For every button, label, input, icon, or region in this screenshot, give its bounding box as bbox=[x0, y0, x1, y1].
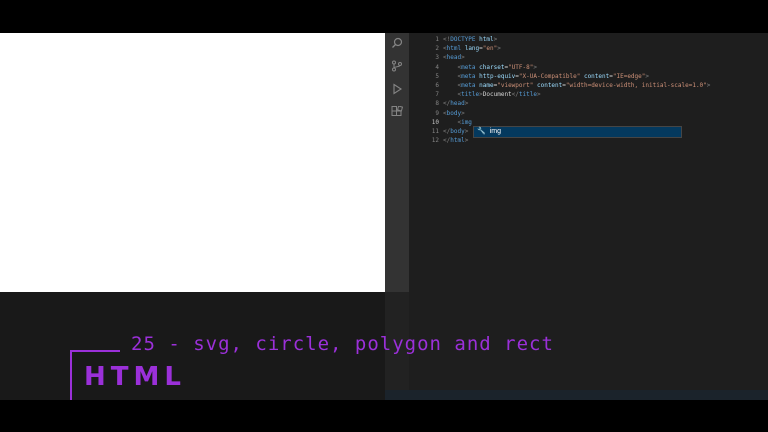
code-token: > bbox=[497, 45, 501, 53]
code-token: DOCTYPE bbox=[450, 36, 476, 43]
code-token: lang bbox=[464, 45, 480, 53]
code-line[interactable]: <meta http-equiv="X-UA-Compatible" conte… bbox=[443, 72, 763, 81]
code-token: > bbox=[464, 127, 469, 135]
code-token: img bbox=[461, 118, 472, 126]
extensions-icon[interactable] bbox=[391, 106, 403, 118]
code-line[interactable]: <meta name="viewport" content="width=dev… bbox=[443, 81, 763, 90]
code-token: > bbox=[533, 63, 537, 71]
code-token: charset bbox=[479, 63, 505, 71]
line-number: 10 bbox=[431, 118, 439, 126]
code-token: meta bbox=[461, 72, 476, 80]
code-token: name bbox=[479, 81, 494, 89]
code-token: body bbox=[446, 109, 462, 117]
top-letterbox bbox=[0, 0, 768, 33]
badge-label: HTML bbox=[84, 362, 186, 392]
code-token: > bbox=[645, 72, 650, 80]
line-number: 2 bbox=[435, 45, 439, 53]
line-number-gutter: 1 2 3 4 5 6 7 8 9 10 11 12 bbox=[409, 35, 439, 145]
code-token: body bbox=[450, 127, 465, 135]
line-number: 3 bbox=[435, 54, 439, 62]
code-line[interactable]: <body> bbox=[443, 109, 763, 118]
code-token: "viewport" bbox=[497, 81, 534, 89]
code-line[interactable]: <head> bbox=[443, 53, 763, 62]
line-number: 11 bbox=[431, 127, 439, 135]
badge-frame-top bbox=[70, 350, 120, 352]
code-token: head bbox=[446, 54, 462, 62]
badge-frame-left bbox=[70, 350, 72, 406]
autocomplete-suggestion[interactable]: 🔧 img bbox=[473, 126, 682, 138]
video-subtitle: 25 - svg, circle, polygon and rect bbox=[131, 333, 554, 355]
code-token: html bbox=[446, 45, 462, 53]
source-control-icon[interactable] bbox=[391, 60, 403, 72]
suggestion-label: img bbox=[489, 128, 501, 135]
code-line[interactable]: <meta charset="UTF-8"> bbox=[443, 63, 763, 72]
code-line[interactable]: <!DOCTYPE html> bbox=[443, 35, 763, 44]
wrench-icon: 🔧 bbox=[477, 128, 486, 135]
code-token: meta bbox=[461, 63, 476, 71]
code-token: head bbox=[450, 100, 465, 108]
code-token: > bbox=[461, 109, 465, 117]
code-token: http-equiv bbox=[479, 72, 516, 80]
code-token: title bbox=[461, 91, 480, 99]
code-token: > bbox=[464, 137, 469, 145]
code-token: "IE=edge" bbox=[612, 72, 646, 80]
bottom-letterbox bbox=[0, 400, 768, 432]
line-number: 12 bbox=[431, 137, 439, 145]
code-token: "en" bbox=[482, 45, 498, 53]
line-number: 4 bbox=[435, 63, 439, 71]
code-token: meta bbox=[461, 81, 476, 89]
code-token: > bbox=[461, 54, 465, 62]
browser-preview bbox=[0, 33, 385, 292]
line-number: 9 bbox=[435, 109, 439, 117]
code-token: content bbox=[536, 81, 563, 89]
code-token: title bbox=[518, 91, 537, 99]
code-token: html bbox=[479, 36, 494, 43]
code-token: content bbox=[583, 72, 610, 80]
code-token: Document bbox=[482, 91, 512, 99]
search-icon[interactable] bbox=[391, 37, 403, 49]
line-number: 5 bbox=[435, 72, 439, 80]
code-line[interactable]: </head> bbox=[443, 99, 763, 108]
code-token: > bbox=[536, 91, 541, 99]
line-number: 6 bbox=[435, 81, 439, 89]
code-token: "X-UA-Compatible" bbox=[518, 72, 581, 80]
code-token: html bbox=[450, 137, 465, 145]
line-number: 7 bbox=[435, 91, 439, 99]
line-number: 8 bbox=[435, 100, 439, 108]
debug-icon[interactable] bbox=[391, 83, 403, 95]
code-token: </ bbox=[511, 91, 519, 99]
line-number: 1 bbox=[435, 36, 439, 43]
code-line[interactable]: <title>Document</title> bbox=[443, 90, 763, 99]
code-token: > bbox=[706, 81, 711, 89]
code-line[interactable]: <html lang="en"> bbox=[443, 44, 763, 53]
code-token: "UTF-8" bbox=[508, 63, 534, 71]
code-token: > bbox=[493, 36, 498, 43]
code-token: "width=device-width, initial-scale=1.0" bbox=[565, 81, 707, 89]
code-token: > bbox=[464, 100, 469, 108]
